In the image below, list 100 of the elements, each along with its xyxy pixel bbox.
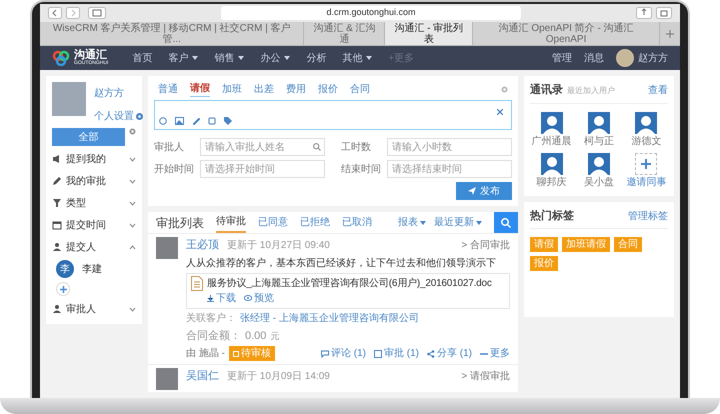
input-field[interactable]: 请选择结束时间 [387, 160, 512, 178]
filter-item[interactable]: 提到我的 [52, 150, 136, 168]
sort-dropdown[interactable]: 报表 [398, 215, 426, 230]
person-icon [52, 242, 62, 252]
share-icon [427, 350, 435, 358]
tag-link[interactable]: 请假 [530, 237, 558, 252]
list-tab[interactable]: 已取消 [342, 212, 372, 233]
tag-link[interactable]: 报价 [530, 256, 558, 271]
approval-type-link[interactable]: > 请假审批 [461, 368, 510, 384]
forward-icon [66, 7, 80, 19]
filter-item[interactable]: 我的审批 [52, 172, 136, 190]
customer-link[interactable]: 张经理 - 上海麗玉企业管理咨询有限公司 [240, 310, 419, 326]
square-icon [374, 350, 382, 358]
photo-placeholder [156, 237, 178, 259]
photo-placeholder [52, 82, 86, 116]
avatar-initial: 李 [56, 260, 74, 278]
composer-tab[interactable]: 出差 [254, 82, 274, 96]
input-field[interactable]: 请输入小时数 [387, 138, 512, 156]
preview-link[interactable]: 预览 [244, 290, 274, 306]
nav-link[interactable]: 首页 [132, 50, 152, 66]
comment-icon [321, 350, 329, 358]
search-button[interactable] [494, 212, 518, 233]
filter-item[interactable]: 提交人 [52, 238, 136, 256]
chevron-down-icon [129, 222, 136, 228]
list-title: 审批列表 [156, 214, 204, 232]
contact-name: 广州通晨 [532, 134, 572, 148]
invite-link[interactable]: 邀请同事 [624, 152, 668, 190]
chevron-down-icon [129, 178, 136, 184]
add-member-button[interactable] [56, 282, 70, 296]
user-name: 赵方方 [638, 52, 668, 66]
filter-item[interactable]: 审批人 [52, 300, 136, 318]
contact-name: 聊邦庆 [536, 176, 567, 190]
update-time: 更新于 10月09日 14:09 [227, 370, 330, 384]
publish-button[interactable]: 发布 [456, 182, 512, 200]
nav-link[interactable]: 其他 [342, 50, 372, 66]
action-link[interactable]: 审批 (1) [374, 346, 419, 361]
composer-tab[interactable]: 普通 [158, 82, 178, 96]
action-link[interactable]: 评论 (1) [321, 346, 366, 361]
card-subtitle: 最近加入用户 [567, 85, 615, 97]
caret-icon [420, 220, 426, 224]
tag-link[interactable]: 合同 [614, 237, 642, 252]
action-link[interactable]: 分享 (1) [427, 346, 472, 361]
address-bar[interactable]: d.crm.goutonghui.com [221, 6, 521, 20]
approval-type-link[interactable]: > 合同审批 [461, 238, 510, 253]
person-silhouette-icon [635, 112, 658, 134]
square-icon [232, 350, 239, 356]
nav-link[interactable]: 分析 [306, 50, 326, 66]
caret-icon [366, 56, 372, 60]
author-link[interactable]: 吴国仁 [186, 368, 219, 384]
download-link[interactable]: 下载 [207, 290, 236, 306]
person-silhouette-icon [588, 112, 610, 134]
logo-text: 沟通汇 [74, 50, 107, 61]
pen-icon [52, 176, 62, 186]
share-icon [636, 7, 652, 19]
person-silhouette-icon [588, 152, 610, 174]
composer-tab[interactable]: 费用 [286, 82, 306, 96]
person-silhouette-icon [540, 112, 563, 134]
profile-name[interactable]: 赵方方 [94, 86, 143, 101]
plus-icon [641, 158, 652, 168]
composer-tab[interactable]: 合同 [350, 82, 370, 96]
member-name: 李建 [82, 262, 102, 276]
tag-link[interactable]: 加班请假 [562, 237, 610, 252]
field-label: 工时数 [341, 140, 372, 154]
card-link[interactable]: 查看 [648, 83, 668, 98]
caret-icon [284, 56, 290, 60]
text-area[interactable] [154, 100, 512, 130]
composer-tab[interactable]: 报价 [318, 82, 338, 96]
document-icon [191, 276, 203, 290]
list-tab[interactable]: 已同意 [258, 212, 288, 233]
nav-link[interactable]: 客户 [168, 50, 198, 66]
nav-link[interactable]: 办公 [260, 50, 290, 66]
field-label: 结束时间 [341, 162, 382, 176]
all-button[interactable]: 全部 [52, 128, 125, 146]
browser-tab[interactable]: 沟通汇 - 审批列表 [385, 22, 474, 45]
filter-item[interactable]: 类型 [52, 194, 136, 212]
card-title: 热门标签 [530, 208, 574, 224]
field-label: 开始时间 [154, 162, 195, 176]
author-link[interactable]: 王必顶 [186, 237, 219, 254]
photo-placeholder [156, 368, 178, 390]
caret-icon [476, 220, 482, 224]
file-name: 服务协议_上海麗玉企业管理咨询有限公司(6用户)_201601027.doc [207, 276, 492, 290]
amount-unit: 元 [270, 330, 280, 342]
mention-icon [52, 154, 62, 164]
filter-icon [52, 198, 62, 208]
card-link[interactable]: 管理标签 [628, 208, 668, 224]
search-field[interactable]: 请输入审批人姓名 [200, 138, 325, 156]
url-text: d.crm.goutonghui.com [326, 6, 416, 20]
caret-icon [238, 56, 244, 60]
input-field[interactable]: 请选择开始时间 [200, 160, 325, 178]
nav-link[interactable]: 消息 [584, 50, 604, 66]
sort-dropdown[interactable]: 最近更新 [434, 215, 482, 230]
action-link[interactable]: 更多 [480, 346, 510, 361]
list-tab[interactable]: 待审批 [216, 212, 246, 233]
settings-link[interactable]: 个人设置 [94, 109, 143, 124]
nav-link[interactable]: 管理 [552, 50, 572, 66]
list-tab[interactable]: 已拒绝 [300, 212, 330, 233]
filter-item[interactable]: 提交时间 [52, 216, 136, 234]
composer-tab[interactable]: 请假 [190, 81, 210, 97]
nav-link[interactable]: 销售 [214, 50, 244, 66]
composer-tab[interactable]: 加班 [222, 82, 242, 96]
